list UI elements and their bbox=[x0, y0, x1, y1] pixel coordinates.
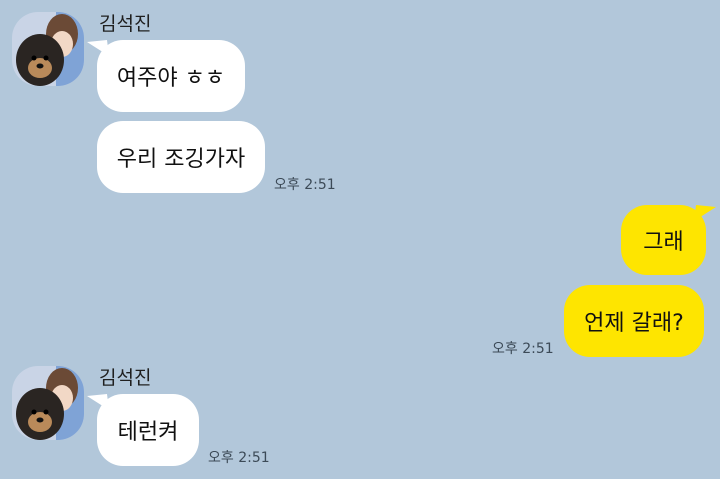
message-time: 오후 2:51 bbox=[274, 177, 336, 193]
message-bubble[interactable]: 테런켜 bbox=[87, 394, 199, 466]
sender-avatar[interactable] bbox=[12, 12, 84, 86]
profile-photo-icon bbox=[12, 12, 84, 86]
profile-photo-icon bbox=[12, 366, 84, 440]
sender-name: 김석진 bbox=[99, 367, 152, 389]
message-time: 오후 2:51 bbox=[492, 341, 554, 357]
my-message-bubble[interactable]: 언제 갈래? bbox=[564, 285, 704, 357]
my-message-bubble[interactable]: 그래 bbox=[621, 205, 716, 275]
bubble-tail-icon bbox=[694, 205, 716, 221]
message-bubble[interactable]: 우리 조깅가자 bbox=[97, 121, 265, 193]
message-text: 테런켜 bbox=[117, 420, 179, 445]
message-text: 언제 갈래? bbox=[584, 311, 684, 336]
message-text: 여주야 ㅎㅎ bbox=[116, 66, 226, 91]
sender-name: 김석진 bbox=[99, 13, 152, 35]
bubble-tail-icon bbox=[87, 394, 109, 410]
message-time: 오후 2:51 bbox=[208, 450, 270, 466]
sender-avatar[interactable] bbox=[12, 366, 84, 440]
bubble-tail-icon bbox=[87, 40, 109, 56]
message-text: 우리 조깅가자 bbox=[116, 147, 246, 172]
message-text: 그래 bbox=[643, 230, 684, 255]
chat-room: 김석진 여주야 ㅎㅎ 우리 조깅가자 오후 2:51 그래 언제 갈래? 오후 … bbox=[0, 0, 720, 479]
message-bubble[interactable]: 여주야 ㅎㅎ bbox=[87, 40, 245, 112]
